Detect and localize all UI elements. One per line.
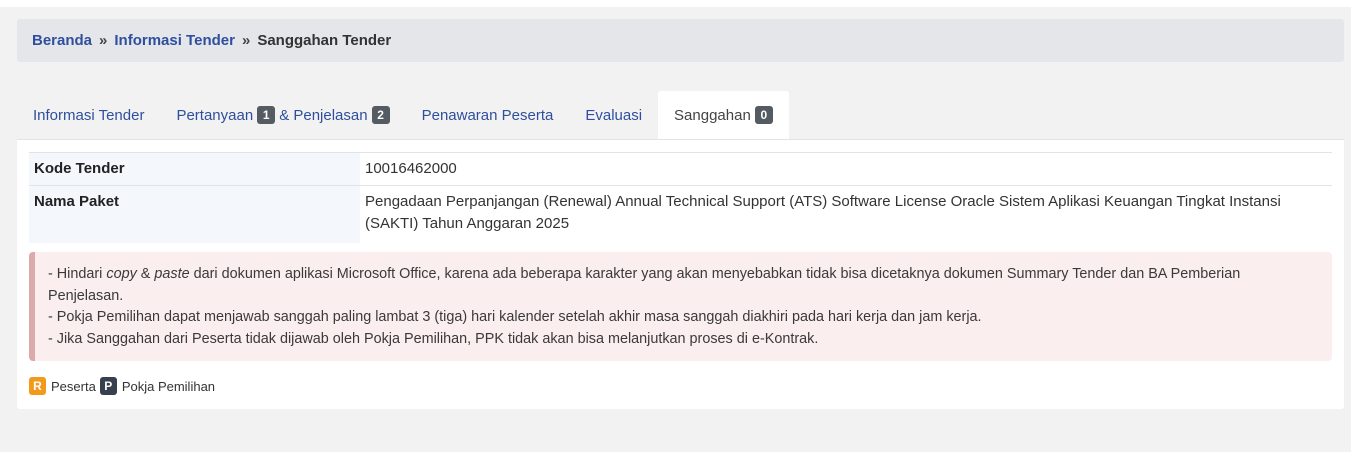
tab-label: Penawaran Peserta bbox=[421, 106, 554, 124]
breadcrumb: Beranda » Informasi Tender » Sanggahan T… bbox=[17, 19, 1344, 62]
table-row: Kode Tender 10016462000 bbox=[29, 152, 1332, 186]
notice-text: - Hindari bbox=[48, 266, 107, 282]
page: Beranda » Informasi Tender » Sanggahan T… bbox=[0, 7, 1351, 452]
breadcrumb-informasi-tender-link[interactable]: Informasi Tender bbox=[114, 32, 235, 49]
pokja-badge: P bbox=[99, 377, 117, 395]
kode-tender-label: Kode Tender bbox=[29, 152, 360, 186]
tab-sanggahan[interactable]: Sanggahan 0 bbox=[658, 91, 789, 139]
tab-informasi-tender[interactable]: Informasi Tender bbox=[17, 91, 160, 139]
breadcrumb-current: Sanggahan Tender bbox=[257, 32, 392, 49]
tab-label: Informasi Tender bbox=[33, 106, 145, 124]
breadcrumb-separator: » bbox=[241, 32, 251, 49]
tab-evaluasi[interactable]: Evaluasi bbox=[569, 91, 658, 139]
tab-label: & Penjelasan bbox=[279, 106, 368, 124]
notice-paste-text: paste bbox=[154, 266, 190, 282]
sanggahan-count-badge: 0 bbox=[754, 106, 773, 124]
pertanyaan-count-badge: 1 bbox=[257, 106, 276, 124]
notice-line-2: - Pokja Pemilihan dapat menjawab sanggah… bbox=[48, 309, 982, 325]
tender-info-table: Kode Tender 10016462000 Nama Paket Penga… bbox=[29, 152, 1332, 243]
notice-line-1: - Hindari copy & paste dari dokumen apli… bbox=[48, 264, 1312, 307]
tab-pertanyaan-penjelasan[interactable]: Pertanyaan 1 & Penjelasan 2 bbox=[160, 91, 405, 139]
nama-paket-value: Pengadaan Perpanjangan (Renewal) Annual … bbox=[360, 185, 1332, 243]
nama-paket-label: Nama Paket bbox=[29, 185, 360, 243]
notice-copy-text: copy bbox=[106, 266, 137, 282]
penjelasan-count-badge: 2 bbox=[371, 106, 390, 124]
table-row: Nama Paket Pengadaan Perpanjangan (Renew… bbox=[29, 185, 1332, 243]
notice-text: & bbox=[136, 266, 155, 282]
tab-label: Pertanyaan bbox=[176, 106, 254, 124]
peserta-badge: R bbox=[29, 377, 46, 395]
tab-bar: Informasi Tender Pertanyaan 1 & Penjelas… bbox=[17, 91, 1344, 140]
kode-tender-value: 10016462000 bbox=[360, 152, 1332, 186]
breadcrumb-beranda-link[interactable]: Beranda bbox=[32, 32, 92, 49]
pokja-legend-label: Pokja Pemilihan bbox=[121, 378, 216, 394]
tab-label: Sanggahan bbox=[674, 106, 751, 124]
notice-text: dari dokumen aplikasi Microsoft Office, … bbox=[48, 266, 1241, 304]
notice-line-3: - Jika Sanggahan dari Peserta tidak dija… bbox=[48, 330, 819, 347]
sanggahan-panel: Kode Tender 10016462000 Nama Paket Penga… bbox=[17, 140, 1344, 409]
notice-alert: - Hindari copy & paste dari dokumen apli… bbox=[29, 252, 1332, 361]
legend: R Peserta P Pokja Pemilihan bbox=[29, 377, 219, 395]
top-strip bbox=[0, 0, 1351, 7]
peserta-legend-label: Peserta bbox=[51, 378, 96, 394]
breadcrumb-separator: » bbox=[99, 32, 108, 49]
tab-penawaran-peserta[interactable]: Penawaran Peserta bbox=[406, 91, 570, 139]
tab-label: Evaluasi bbox=[585, 106, 643, 124]
